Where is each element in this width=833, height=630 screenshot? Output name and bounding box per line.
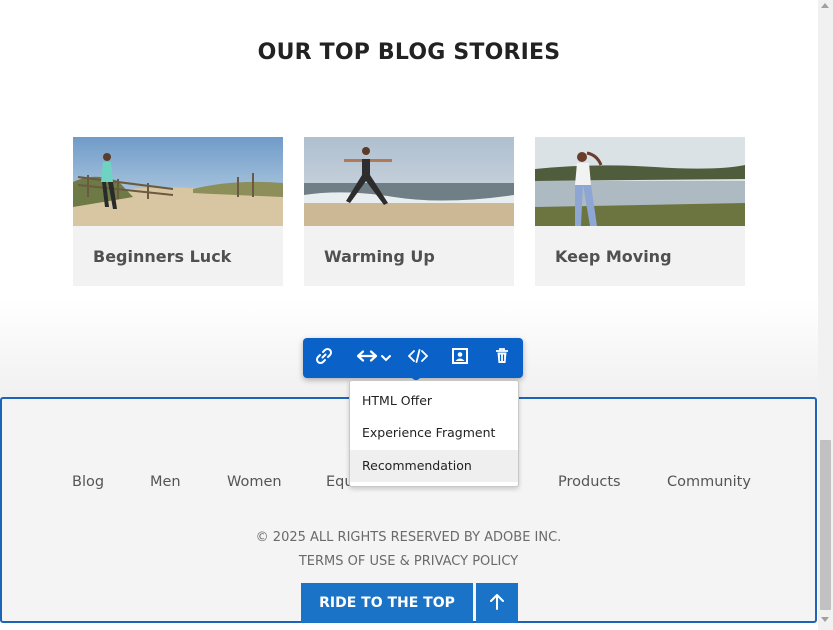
copyright-text: © 2025 ALL RIGHTS RESERVED BY ADOBE INC. — [255, 530, 562, 545]
scroll-down-arrow-icon[interactable] — [821, 617, 829, 622]
footer-link-blog[interactable]: Blog — [72, 474, 104, 490]
footer-link-women[interactable]: Women — [227, 474, 282, 490]
chevron-down-icon — [381, 349, 391, 367]
blog-card[interactable]: Beginners Luck — [73, 137, 283, 286]
image-target-button[interactable] — [445, 338, 475, 378]
link-icon — [315, 347, 333, 370]
blog-card[interactable]: Keep Moving — [535, 137, 745, 286]
footer-link-community[interactable]: Community — [667, 474, 751, 490]
blog-card-image[interactable] — [73, 137, 283, 226]
section-title: OUR TOP BLOG STORIES — [257, 40, 561, 65]
ride-to-top-button[interactable]: RIDE TO THE TOP — [301, 583, 473, 623]
resize-horizontal-icon — [356, 349, 378, 367]
scroll-to-top-button[interactable] — [476, 583, 518, 623]
delete-button[interactable] — [487, 338, 517, 378]
menu-item-experience-fragment[interactable]: Experience Fragment — [350, 417, 518, 449]
image-target-icon — [452, 347, 468, 369]
vertical-scrollbar[interactable] — [818, 0, 833, 630]
blog-card-title[interactable]: Warming Up — [324, 247, 435, 266]
arrow-up-icon — [490, 593, 504, 613]
resize-dropdown-button[interactable] — [353, 338, 395, 378]
footer-link-men[interactable]: Men — [150, 474, 181, 490]
menu-item-html-offer[interactable]: HTML Offer — [350, 385, 518, 417]
terms-link[interactable]: TERMS OF USE & PRIVACY POLICY — [2, 554, 815, 569]
blog-card[interactable]: Warming Up — [304, 137, 514, 286]
code-icon — [407, 348, 429, 368]
blog-card-image[interactable] — [304, 137, 514, 226]
blog-card-title[interactable]: Beginners Luck — [93, 247, 231, 266]
trash-icon — [495, 347, 509, 369]
scroll-up-arrow-icon[interactable] — [821, 3, 829, 8]
scrollbar-thumb[interactable] — [820, 440, 831, 610]
insert-dropdown-menu: HTML Offer Experience Fragment Recommend… — [349, 380, 519, 487]
code-button[interactable] — [403, 338, 433, 378]
menu-item-recommendation[interactable]: Recommendation — [350, 450, 518, 482]
link-button[interactable] — [309, 338, 339, 378]
component-toolbar — [303, 338, 523, 381]
blog-card-title[interactable]: Keep Moving — [555, 247, 672, 266]
footer-link-products[interactable]: Products — [558, 474, 621, 490]
blog-card-image[interactable] — [535, 137, 745, 226]
